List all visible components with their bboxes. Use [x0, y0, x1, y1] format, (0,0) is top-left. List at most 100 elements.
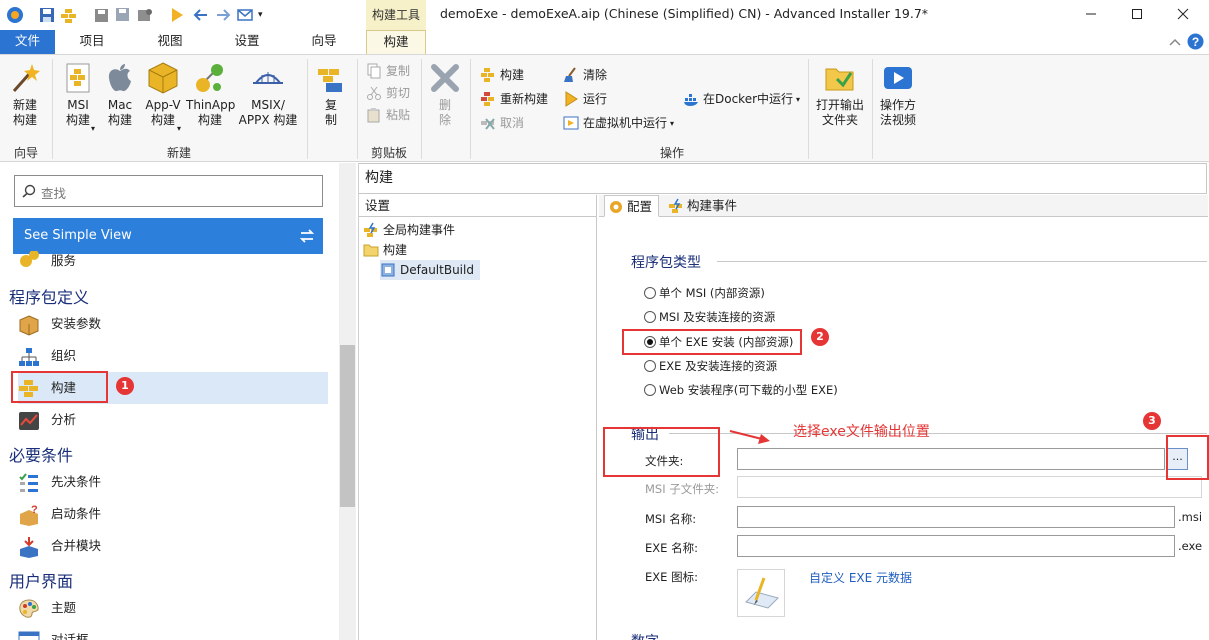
delete-x-icon: [428, 61, 462, 95]
rebuild-bricks-icon: [480, 91, 496, 107]
scrollbar-thumb[interactable]: [340, 345, 355, 507]
tab-build[interactable]: 构建: [366, 30, 426, 54]
save-icon[interactable]: [38, 6, 56, 24]
swap-arrows-icon: [299, 229, 315, 243]
copy-build-button[interactable]: 复 制: [312, 61, 350, 128]
settings-quick-icon[interactable]: [136, 6, 154, 24]
tab-project[interactable]: 项目: [70, 30, 114, 54]
custom-exe-metadata-link[interactable]: 自定义 EXE 元数据: [809, 569, 912, 586]
thinapp-build-button[interactable]: ThinApp 构建: [186, 61, 235, 128]
nav-item-install-params[interactable]: 安装参数: [18, 310, 328, 338]
radio-web-installer[interactable]: Web 安装程序(可下载的小型 EXE): [644, 380, 838, 400]
msix-build-button[interactable]: MSIX/ APPX 构建: [236, 61, 300, 128]
msi-subfolder-field[interactable]: [737, 476, 1202, 498]
nav-item-organization[interactable]: 组织: [18, 342, 328, 370]
paste-button[interactable]: 粘贴: [366, 105, 410, 125]
tree-node-builds[interactable]: 构建: [363, 240, 407, 260]
nav-item-services[interactable]: 服务: [18, 251, 328, 271]
tab-settings[interactable]: 设置: [225, 30, 269, 54]
gear-cluster-icon: [18, 251, 40, 269]
forward-arrow-icon[interactable]: [214, 6, 232, 24]
nav-item-themes[interactable]: 主题: [18, 594, 328, 622]
radio-exe-external[interactable]: EXE 及安装连接的资源: [644, 356, 777, 376]
group-separator: [307, 59, 308, 159]
folder-icon: [363, 242, 379, 258]
rebuild-button[interactable]: 重新构建: [480, 89, 548, 109]
run-quick-icon[interactable]: [168, 6, 186, 24]
mail-icon[interactable]: [236, 6, 254, 24]
annotation-badge-2: 2: [811, 328, 829, 346]
tree-node-default-build[interactable]: DefaultBuild: [380, 260, 480, 280]
tab-config[interactable]: 配置: [604, 195, 660, 217]
nav-item-launch-conditions[interactable]: ? 启动条件: [18, 500, 328, 528]
nav-item-dialogs[interactable]: 对话框: [18, 626, 328, 640]
dialog-window-icon: [18, 630, 40, 640]
tree-node-global-events[interactable]: 全局构建事件: [363, 220, 455, 240]
bricks-icon: [480, 67, 496, 83]
annotation-note: 选择exe文件输出位置: [793, 424, 930, 440]
run-button[interactable]: 运行: [563, 89, 607, 109]
radio-single-msi[interactable]: 单个 MSI (内部资源): [644, 283, 765, 303]
exe-extension: .exe: [1178, 539, 1203, 553]
mac-build-button[interactable]: Mac 构建: [100, 61, 140, 128]
divider: [717, 261, 1207, 262]
run-in-docker-button[interactable]: 在Docker中运行 ▾: [683, 89, 800, 109]
new-build-button[interactable]: 新建 构建: [4, 61, 46, 128]
nav-item-analytics[interactable]: 分析: [18, 406, 328, 434]
howto-video-button[interactable]: 操作方 法视频: [876, 61, 920, 128]
paste-icon: [366, 107, 382, 123]
installer-icon: [745, 577, 779, 609]
tab-build-events[interactable]: 构建事件: [665, 195, 743, 217]
annotation-highlight-output-folder: [603, 427, 720, 477]
tree-header: 设置: [359, 195, 596, 217]
maximize-button[interactable]: [1114, 0, 1160, 28]
build-config-panel: 配置 构建事件 程序包类型 单个 MSI (内部资源) MSI 及安装连接的资源…: [599, 195, 1208, 640]
main-content: 构建 设置 全局构建事件 构建 DefaultBuild 配置 构建事件 程序包…: [358, 163, 1209, 640]
group-separator: [470, 59, 471, 159]
exe-icon-label: EXE 图标:: [645, 570, 698, 584]
customize-qa-icon[interactable]: ▾: [258, 6, 276, 24]
open-output-folder-button[interactable]: 打开输出 文件夹: [812, 61, 868, 128]
analytics-chart-icon: [18, 410, 40, 432]
app-logo-icon[interactable]: [6, 6, 24, 24]
collapse-ribbon-icon[interactable]: [1168, 35, 1182, 49]
events-icon: [668, 198, 684, 214]
msi-name-field[interactable]: [737, 506, 1175, 528]
wand-icon: [8, 61, 42, 95]
copy-icon: [366, 63, 382, 79]
exe-name-field[interactable]: [737, 535, 1175, 557]
cut-button[interactable]: 剪切: [366, 83, 410, 103]
back-arrow-icon[interactable]: [192, 6, 210, 24]
merge-box-icon: [18, 536, 40, 558]
radio-msi-external[interactable]: MSI 及安装连接的资源: [644, 307, 775, 327]
run-in-vm-button[interactable]: 在虚拟机中运行 ▾: [563, 113, 674, 133]
output-folder-field[interactable]: [737, 448, 1165, 470]
help-icon[interactable]: ?: [1187, 33, 1204, 50]
search-input[interactable]: 查找: [14, 175, 323, 207]
apple-icon: [103, 61, 137, 95]
msi-name-label: MSI 名称:: [645, 512, 697, 526]
nav-item-prerequisites[interactable]: 先决条件: [18, 468, 328, 496]
nav-item-merge-modules[interactable]: 合并模块: [18, 532, 328, 560]
annotation-badge-1: 1: [116, 377, 134, 395]
save-copy-icon[interactable]: [114, 6, 132, 24]
tab-view[interactable]: 视图: [148, 30, 192, 54]
minimize-button[interactable]: [1068, 0, 1114, 28]
save-all-icon[interactable]: [92, 6, 110, 24]
msi-build-button[interactable]: MSI 构建 ▾: [58, 61, 98, 133]
appv-cube-icon: [146, 61, 180, 95]
build-quick-icon[interactable]: [60, 6, 78, 24]
left-panel-scrollbar[interactable]: [339, 163, 356, 640]
delete-button[interactable]: 删 除: [426, 61, 464, 128]
tab-file[interactable]: 文件: [0, 30, 55, 54]
clean-button[interactable]: 清除: [563, 65, 607, 85]
exe-icon-preview[interactable]: [737, 569, 785, 617]
close-button[interactable]: [1160, 0, 1206, 28]
tab-wizard[interactable]: 向导: [302, 30, 346, 54]
msi-subfolder-label: MSI 子文件夹:: [645, 482, 720, 496]
copy-button[interactable]: 复制: [366, 61, 410, 81]
appv-build-button[interactable]: App-V 构建 ▾: [142, 61, 184, 133]
build-button[interactable]: 构建: [480, 65, 524, 85]
cancel-build-button[interactable]: 取消: [480, 113, 524, 133]
see-simple-view-button[interactable]: See Simple View: [13, 218, 323, 254]
